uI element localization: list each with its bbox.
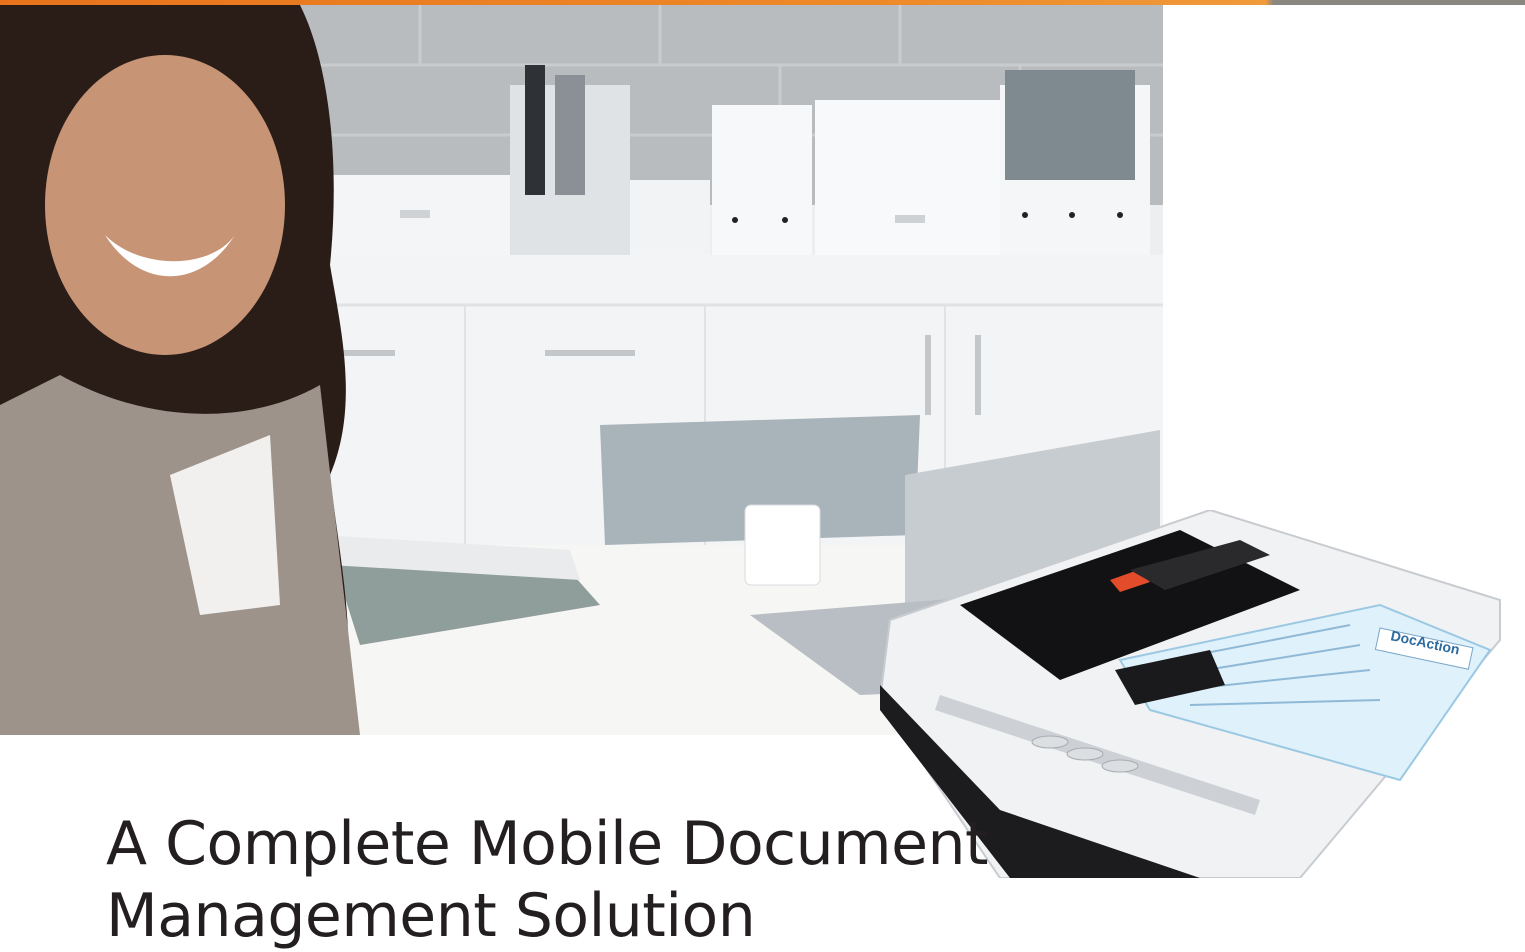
- headline-line-2: Management Solution: [106, 881, 756, 952]
- headline-line-1: A Complete Mobile Document: [106, 809, 989, 880]
- brochure-headline: A Complete Mobile Document Management So…: [106, 808, 989, 952]
